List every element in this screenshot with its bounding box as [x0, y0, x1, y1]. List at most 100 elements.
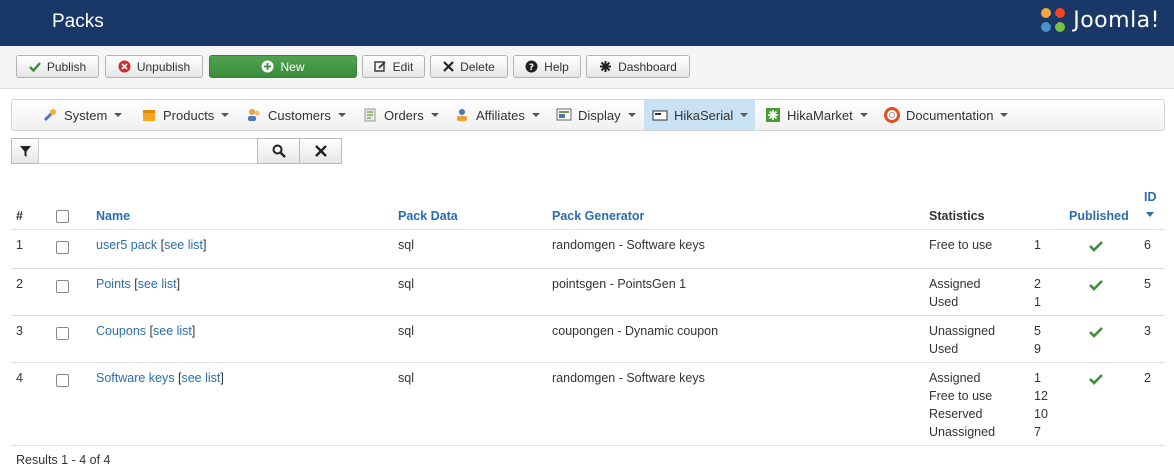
row-pack-generator: pointsgen - PointsGen 1	[552, 277, 687, 291]
close-icon	[314, 145, 327, 157]
menu-orders[interactable]: Orders	[354, 100, 439, 130]
chevron-down-icon	[1000, 113, 1009, 117]
header-divider	[11, 229, 1165, 230]
search-button[interactable]	[257, 138, 300, 164]
page-title: Packs	[52, 11, 104, 32]
stat-label: Unassigned	[929, 425, 996, 439]
edit-label: Edit	[392, 59, 414, 74]
search-icon	[272, 144, 286, 158]
publish-label: Publish	[46, 59, 87, 74]
chevron-down-icon	[531, 113, 540, 117]
cancel-circle-icon	[118, 60, 131, 73]
publish-button[interactable]: Publish	[16, 55, 99, 78]
dashboard-button[interactable]: Dashboard	[586, 55, 690, 78]
col-published-header[interactable]: Published	[1069, 209, 1129, 223]
published-check-icon[interactable]	[1089, 240, 1103, 252]
menu-system-label: System	[64, 107, 108, 123]
stat-value: 5	[1034, 324, 1041, 338]
joomla-brand[interactable]: Joomla!	[1037, 4, 1160, 36]
see-list-link[interactable]: see list	[164, 238, 203, 252]
stat-label: Unassigned	[929, 324, 996, 338]
row-pack-data: sql	[398, 238, 414, 252]
published-check-icon[interactable]	[1089, 326, 1103, 338]
row-checkbox[interactable]	[56, 280, 69, 293]
col-statistics-header: Statistics	[929, 209, 985, 223]
row-pack-data: sql	[398, 371, 414, 385]
pack-name-link[interactable]: Software keys	[96, 371, 175, 385]
menu-documentation[interactable]: Documentation	[876, 100, 1009, 130]
select-all-checkbox[interactable]	[56, 210, 69, 223]
row-name-cell: user5 pack [see list]	[96, 238, 207, 252]
menu-customers[interactable]: Customers	[238, 100, 346, 130]
pack-name-link[interactable]: user5 pack	[96, 238, 157, 252]
row-divider	[11, 362, 1165, 363]
sort-desc-icon	[1146, 212, 1154, 217]
row-divider	[11, 268, 1165, 269]
new-button[interactable]: New	[209, 55, 357, 78]
row-pack-data: sql	[398, 324, 414, 338]
stat-value: 12	[1034, 389, 1048, 403]
chevron-down-icon	[430, 113, 439, 117]
row-pack-data: sql	[398, 277, 414, 291]
see-list-link[interactable]: see list	[138, 277, 177, 291]
unpublish-button[interactable]: Unpublish	[105, 55, 203, 78]
check-icon	[28, 61, 41, 72]
row-pack-generator: coupongen - Dynamic coupon	[552, 324, 719, 338]
help-button[interactable]: ? Help	[513, 55, 581, 78]
see-list-link[interactable]: see list	[153, 324, 192, 338]
pack-name-link[interactable]: Points	[96, 277, 131, 291]
delete-button[interactable]: Delete	[430, 55, 508, 78]
row-checkbox[interactable]	[56, 374, 69, 387]
published-check-icon[interactable]	[1089, 279, 1103, 291]
stat-value: 2	[1034, 277, 1041, 291]
search-input[interactable]	[38, 138, 258, 164]
joomla-wordmark: Joomla!	[1073, 7, 1160, 33]
published-check-icon[interactable]	[1089, 373, 1103, 385]
menu-affiliates-label: Affiliates	[476, 107, 525, 123]
see-list-link[interactable]: see list	[181, 371, 220, 385]
menu-hikaserial[interactable]: HikaSerial	[644, 100, 755, 130]
col-num-header: #	[16, 209, 23, 223]
col-id-header[interactable]: ID	[1144, 190, 1157, 204]
new-label: New	[280, 59, 305, 74]
stat-label: Assigned	[929, 371, 981, 385]
menu-orders-label: Orders	[384, 107, 424, 123]
edit-icon	[373, 61, 386, 72]
serial-icon	[652, 110, 668, 121]
menu-hikamarket[interactable]: HikaMarket	[757, 100, 868, 130]
menu-documentation-label: Documentation	[906, 107, 994, 123]
filter-toggle-button[interactable]	[11, 138, 39, 164]
stat-label: Free to use	[929, 389, 993, 403]
component-menu: System Products Customers Orders Affilia…	[11, 99, 1165, 131]
row-checkbox[interactable]	[56, 327, 69, 340]
row-divider	[11, 315, 1165, 316]
menu-products-label: Products	[163, 107, 215, 123]
clear-filter-button[interactable]	[299, 138, 342, 164]
col-pack-data-header[interactable]: Pack Data	[398, 209, 458, 223]
row-id: 3	[1144, 324, 1151, 338]
lifebuoy-icon	[884, 107, 900, 123]
col-pack-generator-header[interactable]: Pack Generator	[552, 209, 644, 223]
edit-button[interactable]: Edit	[362, 55, 425, 78]
stat-label: Used	[929, 342, 959, 356]
unpublish-label: Unpublish	[136, 59, 191, 74]
stat-label: Assigned	[929, 277, 981, 291]
col-name-header[interactable]: Name	[96, 209, 130, 223]
row-checkbox[interactable]	[56, 241, 69, 254]
row-name-cell: Coupons [see list]	[96, 324, 196, 338]
pack-name-link[interactable]: Coupons	[96, 324, 146, 338]
menu-hikamarket-label: HikaMarket	[787, 107, 853, 123]
row-num: 4	[16, 371, 23, 385]
row-divider	[11, 445, 1165, 446]
menu-display[interactable]: Display	[548, 100, 636, 130]
row-name-cell: Software keys [see list]	[96, 371, 224, 385]
menu-system[interactable]: System	[34, 100, 123, 130]
row-id: 2	[1144, 371, 1151, 385]
chevron-down-icon	[740, 113, 749, 117]
svg-text:?: ?	[529, 63, 534, 73]
chevron-down-icon	[114, 113, 123, 117]
menu-products[interactable]: Products	[133, 100, 230, 130]
help-icon: ?	[525, 60, 538, 73]
menu-affiliates[interactable]: Affiliates	[446, 100, 540, 130]
chevron-down-icon	[627, 113, 636, 117]
